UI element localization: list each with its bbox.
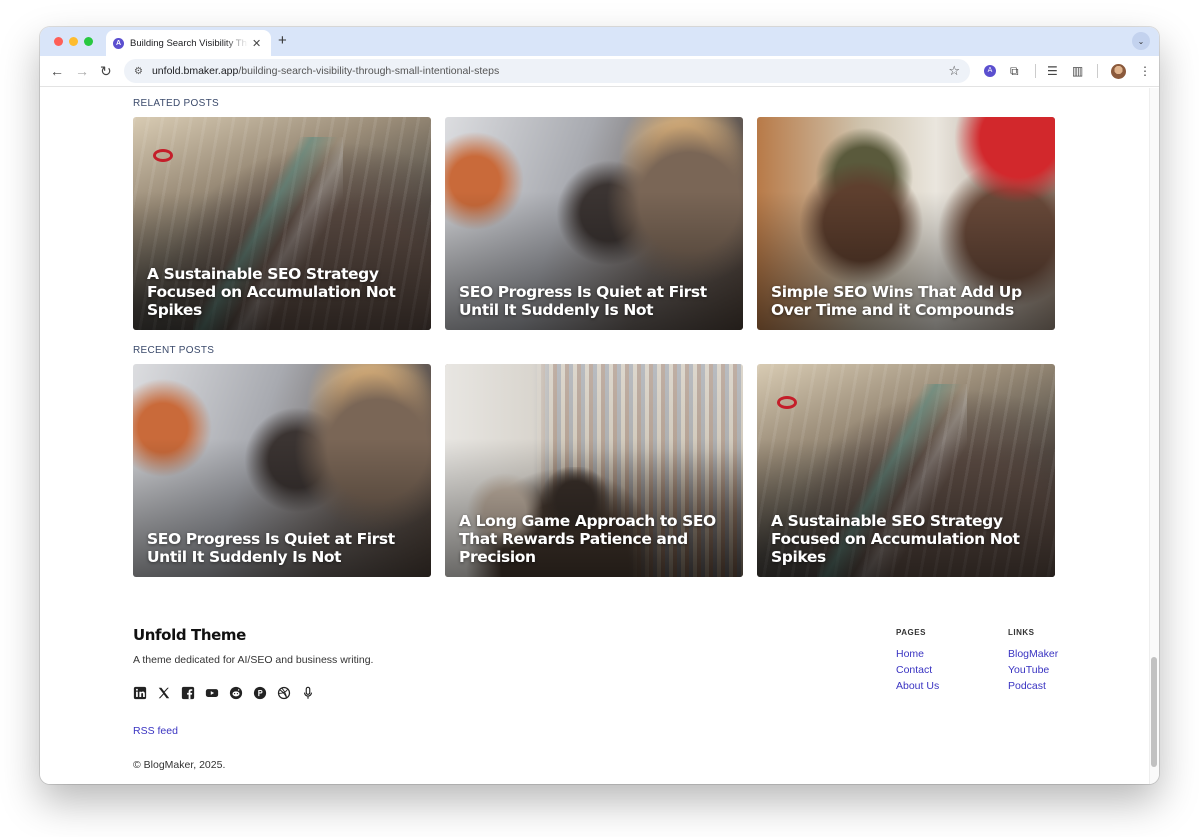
site-settings-icon[interactable]: ⚙ bbox=[134, 66, 143, 77]
scrollbar-thumb[interactable] bbox=[1151, 657, 1157, 767]
tab-search-chevron-icon[interactable]: ⌄ bbox=[1132, 32, 1150, 50]
page-content: RELATED POSTS A Sustainable SEO Strategy… bbox=[40, 88, 1149, 784]
maximize-window-button[interactable] bbox=[84, 37, 93, 46]
recent-post-card[interactable]: A Sustainable SEO Strategy Focused on Ac… bbox=[757, 364, 1055, 577]
footer-pages-column: PAGES Home Contact About Us bbox=[896, 628, 939, 694]
tab-close-icon[interactable]: ✕ bbox=[252, 37, 261, 50]
footer-tagline: A theme dedicated for AI/SEO and busines… bbox=[133, 654, 374, 666]
youtube-icon[interactable] bbox=[205, 686, 219, 700]
footer-link-about-us[interactable]: About Us bbox=[896, 678, 939, 694]
social-links bbox=[133, 686, 315, 700]
facebook-icon[interactable] bbox=[181, 686, 195, 700]
new-tab-icon[interactable]: + bbox=[278, 32, 287, 49]
footer-links-column: LINKS BlogMaker YouTube Podcast bbox=[1008, 628, 1058, 694]
reading-list-icon[interactable]: ☰ bbox=[1047, 64, 1058, 78]
x-icon[interactable] bbox=[157, 686, 171, 700]
producthunt-icon[interactable] bbox=[253, 686, 267, 700]
related-post-card[interactable]: A Sustainable SEO Strategy Focused on Ac… bbox=[133, 117, 431, 330]
more-menu-icon[interactable]: ⋮ bbox=[1139, 64, 1151, 78]
post-title: A Sustainable SEO Strategy Focused on Ac… bbox=[147, 265, 396, 319]
footer-link-youtube[interactable]: YouTube bbox=[1008, 662, 1058, 678]
linkedin-icon[interactable] bbox=[133, 686, 147, 700]
side-panel-icon[interactable]: ▥ bbox=[1072, 64, 1083, 78]
rss-feed-link[interactable]: RSS feed bbox=[133, 725, 178, 737]
post-title: SEO Progress Is Quiet at First Until It … bbox=[147, 530, 395, 566]
browser-tab[interactable]: A Building Search Visibility Through Sma… bbox=[106, 30, 271, 56]
address-bar[interactable]: ⚙ unfold.bmaker.app/building-search-visi… bbox=[124, 59, 970, 83]
reload-icon[interactable]: ↻ bbox=[100, 63, 112, 79]
related-post-card[interactable]: Simple SEO Wins That Add Up Over Time an… bbox=[757, 117, 1055, 330]
microphone-icon[interactable] bbox=[301, 686, 315, 700]
post-title: A Long Game Approach to SEO That Rewards… bbox=[459, 512, 716, 566]
extensions-puzzle-icon[interactable]: ⧉ bbox=[1010, 64, 1019, 78]
profile-avatar[interactable] bbox=[1111, 64, 1126, 79]
minimize-window-button[interactable] bbox=[69, 37, 78, 46]
footer-brand: Unfold Theme bbox=[133, 626, 246, 644]
post-title: A Sustainable SEO Strategy Focused on Ac… bbox=[771, 512, 1020, 566]
browser-window: A Building Search Visibility Through Sma… bbox=[40, 27, 1159, 784]
recent-post-card[interactable]: A Long Game Approach to SEO That Rewards… bbox=[445, 364, 743, 577]
url-text[interactable]: unfold.bmaker.app/building-search-visibi… bbox=[152, 65, 499, 77]
copyright: © BlogMaker, 2025. bbox=[133, 759, 226, 771]
reddit-icon[interactable] bbox=[229, 686, 243, 700]
back-arrow-icon[interactable]: ← bbox=[50, 63, 64, 79]
site-favicon-icon: A bbox=[113, 37, 124, 49]
post-title: Simple SEO Wins That Add Up Over Time an… bbox=[771, 283, 1022, 319]
bookmark-star-icon[interactable]: ☆ bbox=[948, 63, 960, 79]
post-title: SEO Progress Is Quiet at First Until It … bbox=[459, 283, 707, 319]
footer-link-home[interactable]: Home bbox=[896, 646, 939, 662]
extension-a-icon[interactable]: A bbox=[984, 65, 996, 77]
footer-pages-heading: PAGES bbox=[896, 628, 926, 637]
dribbble-icon[interactable] bbox=[277, 686, 291, 700]
related-posts-heading: RELATED POSTS bbox=[133, 98, 219, 109]
forward-arrow-icon[interactable]: → bbox=[75, 63, 89, 79]
footer-link-podcast[interactable]: Podcast bbox=[1008, 678, 1058, 694]
close-window-button[interactable] bbox=[54, 37, 63, 46]
footer-links-heading: LINKS bbox=[1008, 628, 1035, 637]
toolbar-divider bbox=[1097, 64, 1098, 78]
toolbar-divider bbox=[1035, 64, 1036, 78]
tab-title: Building Search Visibility Through Small… bbox=[130, 37, 248, 49]
browser-toolbar: ← → ↻ ⚙ unfold.bmaker.app/building-searc… bbox=[40, 56, 1159, 87]
footer-link-blogmaker[interactable]: BlogMaker bbox=[1008, 646, 1058, 662]
related-post-card[interactable]: SEO Progress Is Quiet at First Until It … bbox=[445, 117, 743, 330]
recent-posts-heading: RECENT POSTS bbox=[133, 345, 215, 356]
footer-link-contact[interactable]: Contact bbox=[896, 662, 939, 678]
tab-bar: A Building Search Visibility Through Sma… bbox=[40, 27, 1159, 56]
recent-post-card[interactable]: SEO Progress Is Quiet at First Until It … bbox=[133, 364, 431, 577]
